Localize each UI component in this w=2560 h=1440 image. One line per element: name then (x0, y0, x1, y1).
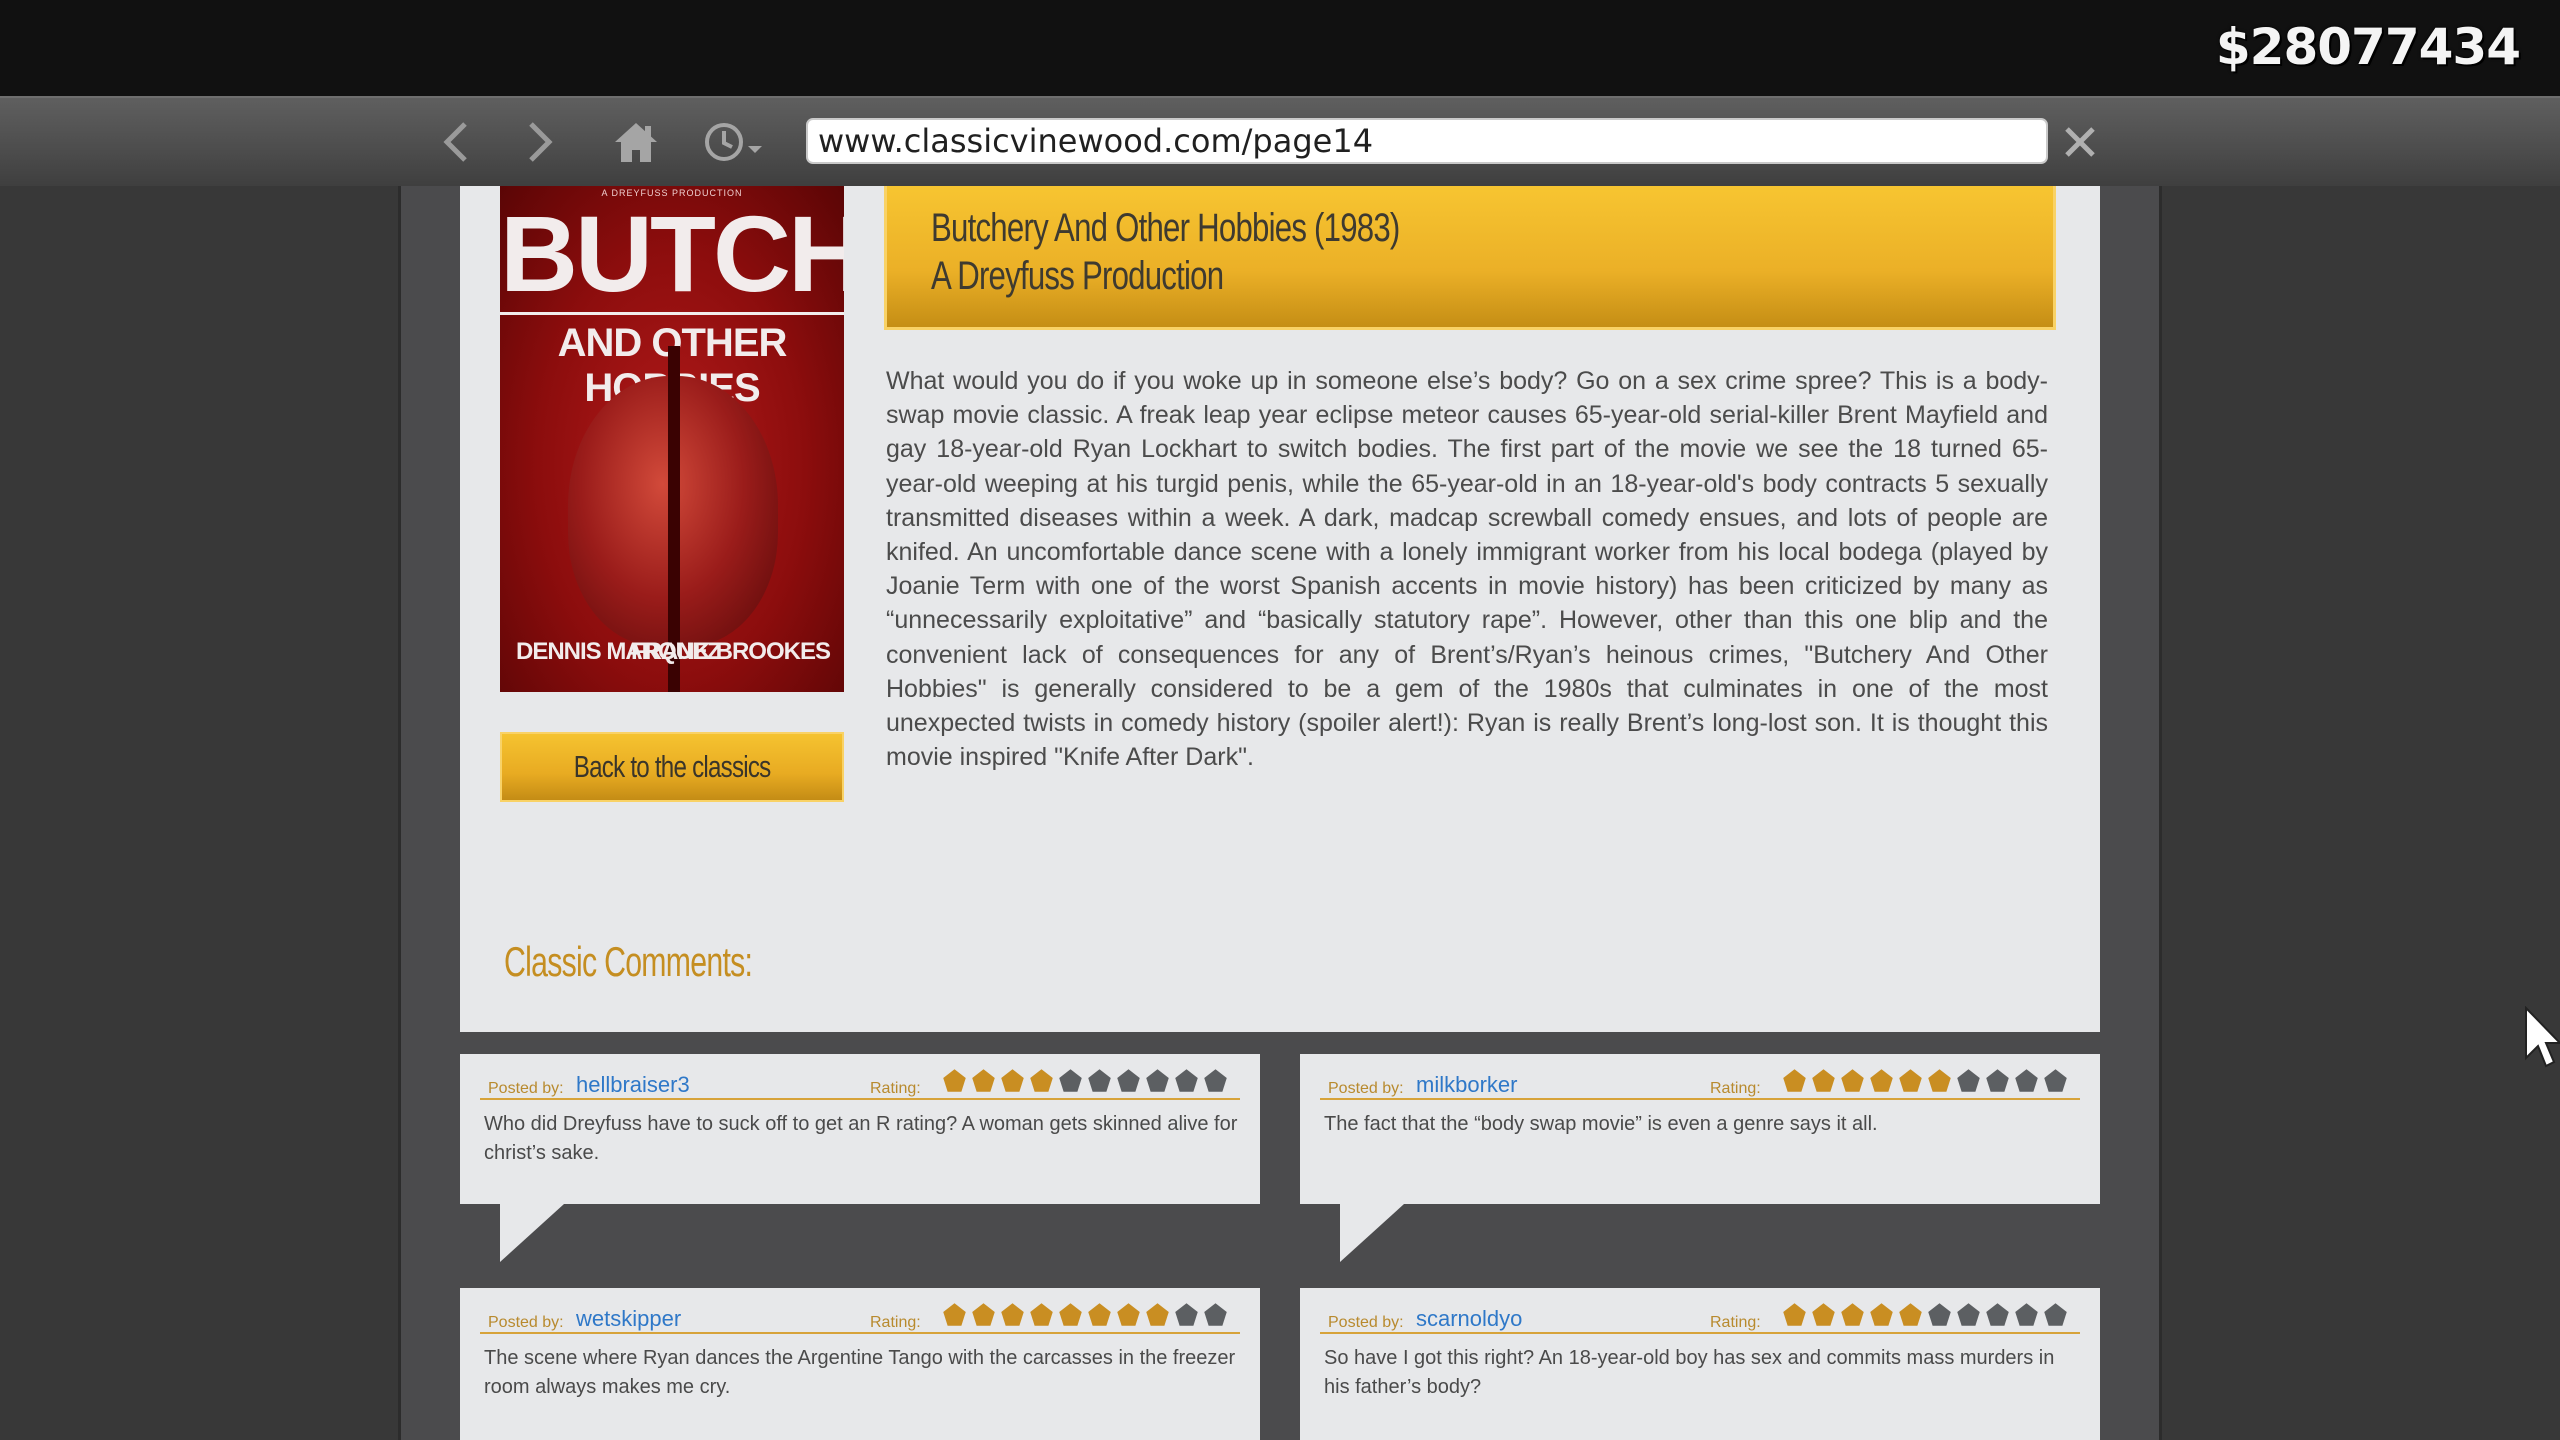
rating-star-filled-icon (1899, 1069, 1922, 1092)
money-counter: $28077434 (2215, 18, 2521, 76)
comment-header: Posted by: milkborker Rating: (1320, 1068, 2080, 1100)
right-margin (2162, 186, 2560, 1440)
rating-star-empty-icon (1957, 1069, 1980, 1092)
poster-title: BUTCHERY (500, 193, 844, 314)
rating-stars (942, 1068, 1228, 1094)
rating-star-filled-icon (1001, 1069, 1024, 1092)
rating-star-empty-icon (1957, 1303, 1980, 1326)
rating-star-filled-icon (972, 1303, 995, 1326)
comment-card: Posted by: hellbraiser3 Rating: Who did … (460, 1054, 1260, 1262)
rating-label: Rating: (1710, 1080, 1761, 1097)
rating-star-empty-icon (1204, 1069, 1227, 1092)
rating-star-empty-icon (1117, 1069, 1140, 1092)
rating-star-filled-icon (1841, 1069, 1864, 1092)
posted-by-label: Posted by: (1328, 1080, 1404, 1097)
comment-username[interactable]: scarnoldyo (1416, 1306, 1522, 1332)
comment-username[interactable]: wetskipper (576, 1306, 681, 1332)
rating-star-empty-icon (2015, 1069, 2038, 1092)
comment-username[interactable]: hellbraiser3 (576, 1072, 690, 1098)
speech-bubble-tail (1340, 1204, 1404, 1262)
comment-card: Posted by: wetskipper Rating: The scene … (460, 1288, 1260, 1440)
url-text: www.classicvinewood.com/page14 (818, 122, 1374, 160)
poster-actor-right: FRANK BROOKES (630, 638, 831, 665)
rating-star-filled-icon (1117, 1303, 1140, 1326)
rating-star-empty-icon (1146, 1069, 1169, 1092)
rating-star-filled-icon (1146, 1303, 1169, 1326)
rating-star-filled-icon (1059, 1303, 1082, 1326)
posted-by-label: Posted by: (1328, 1314, 1404, 1331)
comment-username[interactable]: milkborker (1416, 1072, 1517, 1098)
rating-label: Rating: (870, 1080, 921, 1097)
rating-star-filled-icon (1001, 1303, 1024, 1326)
movie-title-banner: Butchery And Other Hobbies (1983) A Drey… (884, 186, 2056, 330)
rating-star-empty-icon (1986, 1303, 2009, 1326)
forward-arrow-icon[interactable] (512, 116, 568, 168)
back-button-label: Back to the classics (573, 749, 772, 784)
rating-star-empty-icon (1204, 1303, 1227, 1326)
mouse-cursor-icon (2525, 1006, 2560, 1068)
posted-by-label: Posted by: (488, 1080, 564, 1097)
rating-star-filled-icon (943, 1303, 966, 1326)
address-bar[interactable]: www.classicvinewood.com/page14 (806, 118, 2048, 164)
browser-toolbar: www.classicvinewood.com/page14 (0, 96, 2560, 188)
back-arrow-icon[interactable] (428, 116, 484, 168)
rating-star-filled-icon (1812, 1069, 1835, 1092)
posted-by-label: Posted by: (488, 1314, 564, 1331)
rating-star-filled-icon (972, 1069, 995, 1092)
rating-star-filled-icon (1030, 1069, 1053, 1092)
rating-stars (942, 1302, 1228, 1328)
rating-star-filled-icon (1783, 1069, 1806, 1092)
comment-text: Who did Dreyfuss have to suck off to get… (484, 1113, 1238, 1164)
comment-text: The scene where Ryan dances the Argentin… (484, 1347, 1236, 1398)
comments-heading: Classic Comments: (504, 938, 753, 985)
rating-star-empty-icon (2044, 1303, 2067, 1326)
movie-description: What would you do if you woke up in some… (886, 367, 2048, 772)
comment-header: Posted by: wetskipper Rating: (480, 1302, 1240, 1334)
rating-star-empty-icon (1059, 1069, 1082, 1092)
rating-star-empty-icon (1175, 1069, 1198, 1092)
rating-star-empty-icon (1175, 1303, 1198, 1326)
rating-star-empty-icon (1986, 1069, 2009, 1092)
comment-header: Posted by: hellbraiser3 Rating: (480, 1068, 1240, 1100)
rating-star-filled-icon (943, 1069, 966, 1092)
movie-title: Butchery And Other Hobbies (1983) (931, 206, 1400, 250)
history-clock-icon[interactable] (700, 116, 774, 168)
rating-star-empty-icon (2044, 1069, 2067, 1092)
comment-header: Posted by: scarnoldyo Rating: (1320, 1302, 2080, 1334)
rating-star-filled-icon (1030, 1303, 1053, 1326)
back-to-classics-button[interactable]: Back to the classics (500, 732, 844, 802)
rating-star-filled-icon (1088, 1303, 1111, 1326)
comment-text: The fact that the “body swap movie” is e… (1324, 1113, 1878, 1135)
rating-star-empty-icon (2015, 1303, 2038, 1326)
top-bar: $28077434 (0, 0, 2560, 96)
comment-card: Posted by: scarnoldyo Rating: So have I … (1300, 1288, 2100, 1440)
speech-bubble-tail (500, 1204, 564, 1262)
rating-star-empty-icon (1088, 1069, 1111, 1092)
rating-star-filled-icon (1870, 1303, 1893, 1326)
rating-label: Rating: (870, 1314, 921, 1331)
rating-star-filled-icon (1899, 1303, 1922, 1326)
rating-stars (1782, 1302, 2068, 1328)
rating-label: Rating: (1710, 1314, 1761, 1331)
movie-poster: A DREYFUSS PRODUCTION BUTCHERY AND OTHER… (500, 186, 844, 692)
rating-star-filled-icon (1812, 1303, 1835, 1326)
home-icon[interactable] (608, 116, 664, 168)
rating-stars (1782, 1068, 2068, 1094)
rating-star-filled-icon (1870, 1069, 1893, 1092)
rating-star-filled-icon (1783, 1303, 1806, 1326)
comment-card: Posted by: milkborker Rating: The fact t… (1300, 1054, 2100, 1262)
close-icon[interactable] (2052, 116, 2108, 168)
rating-star-empty-icon (1928, 1303, 1951, 1326)
comment-text: So have I got this right? An 18-year-old… (1324, 1347, 2055, 1398)
movie-studio: A Dreyfuss Production (931, 254, 1224, 298)
rating-star-filled-icon (1928, 1069, 1951, 1092)
rating-star-filled-icon (1841, 1303, 1864, 1326)
left-margin (0, 186, 398, 1440)
